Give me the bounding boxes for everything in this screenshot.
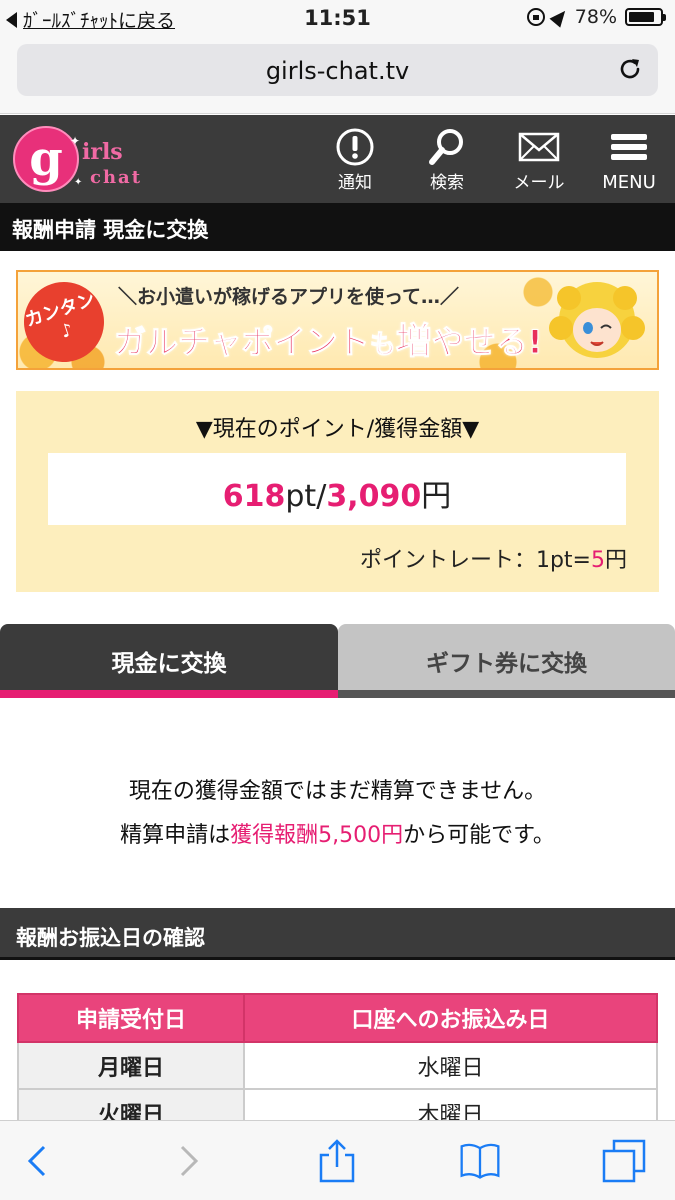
tab-cash-exchange[interactable]: 現金に交換	[0, 624, 338, 692]
transfer-day-cell: 水曜日	[243, 1041, 658, 1090]
share-icon[interactable]	[315, 1139, 359, 1183]
application-day-cell: 月曜日	[17, 1041, 245, 1090]
yen-unit: 円	[421, 479, 452, 514]
column-header-transfer-day: 口座へのお振込み日	[243, 993, 658, 1043]
point-rate-value: 5	[590, 548, 605, 573]
girls-chat-logo[interactable]: g irls chat ✦ ✦	[10, 123, 150, 195]
site-header: g irls chat ✦ ✦ 通知 検索 メール MENU	[0, 115, 675, 203]
banner-subtitle: ＼お小遣いが稼げるアプリを使って…／	[118, 286, 460, 308]
notice-line-2-prefix: 精算申請は	[120, 823, 231, 848]
exclamation-icon	[336, 128, 374, 166]
address-bar[interactable]: girls-chat.tv	[17, 44, 658, 96]
tab-divider	[338, 690, 675, 698]
points-count: 618	[222, 479, 286, 514]
point-rate: ポイントレート：1pt=5円	[360, 542, 627, 574]
points-heading: ▼現在のポイント/獲得金額▼	[195, 417, 480, 442]
address-bar-container: girls-chat.tv	[0, 36, 675, 114]
svg-text:✦: ✦	[70, 134, 80, 148]
point-rate-prefix: ポイントレート：1pt=	[359, 548, 591, 573]
banner-title-part-b: も	[369, 330, 396, 361]
reload-icon[interactable]	[618, 57, 642, 81]
points-value-box: 618pt/3,090円	[48, 453, 626, 525]
active-tab-indicator	[0, 690, 338, 698]
banner-title: ガルチャポイントも増やせる!	[114, 312, 543, 364]
nav-notifications-label: 通知	[338, 173, 372, 193]
status-indicators: 78%	[526, 6, 666, 28]
table-header-row: 申請受付日 口座へのお振込み日	[17, 993, 658, 1043]
search-icon	[429, 129, 463, 165]
url-text: girls-chat.tv	[265, 57, 410, 85]
banner-title-part-d: やせる!	[431, 323, 543, 362]
forward-chevron-icon[interactable]	[166, 1139, 210, 1183]
location-arrow-icon	[549, 6, 571, 28]
section-heading-schedule: 報酬お振込日の確認	[0, 908, 675, 960]
payment-schedule-table: 申請受付日 口座へのお振込み日 月曜日 水曜日 火曜日 木曜日	[17, 993, 658, 1137]
battery-icon	[625, 8, 666, 26]
header-nav: 通知 検索 メール MENU	[309, 115, 675, 203]
rotation-lock-icon	[526, 8, 545, 26]
points-unit: pt/	[285, 479, 327, 514]
nav-mail[interactable]: メール	[493, 115, 585, 203]
mail-icon	[518, 132, 560, 162]
nav-notifications[interactable]: 通知	[309, 115, 401, 203]
bookmarks-icon[interactable]	[458, 1139, 502, 1183]
exchange-tabs: 現金に交換 ギフト券に交換	[0, 624, 675, 700]
promo-banner[interactable]: カンタン♪ ＼お小遣いが稼げるアプリを使って…／ ガルチャポイントも増やせる!	[16, 270, 659, 370]
nav-search[interactable]: 検索	[401, 115, 493, 203]
table-row: 月曜日 水曜日	[17, 1041, 658, 1090]
minimum-amount: 獲得報酬5,500円	[230, 823, 404, 848]
status-bar: ｶﾞｰﾙｽﾞﾁｬｯﾄに戻る 11:51 78%	[0, 0, 675, 36]
menu-icon	[611, 134, 647, 160]
notice-line-2: 精算申請は獲得報酬5,500円から可能です。	[0, 814, 675, 858]
page-title: 報酬申請 現金に交換	[0, 203, 675, 251]
notice-line-1: 現在の獲得金額ではまだ精算できません。	[128, 779, 547, 804]
banner-title-part-a: ガルチャポイント	[114, 323, 371, 362]
browser-toolbar	[0, 1120, 675, 1200]
point-rate-suffix: 円	[604, 548, 627, 573]
nav-menu-label: MENU	[602, 172, 656, 193]
back-chevron-icon[interactable]	[16, 1139, 60, 1183]
settlement-notice: 現在の獲得金額ではまだ精算できません。 精算申請は獲得報酬5,500円から可能で…	[0, 770, 675, 858]
tab-gift-exchange[interactable]: ギフト券に交換	[338, 624, 675, 692]
mascot-character-image	[549, 282, 645, 358]
nav-search-label: 検索	[430, 173, 464, 193]
svg-text:chat: chat	[90, 167, 142, 188]
nav-mail-label: メール	[513, 173, 565, 193]
notice-line-2-suffix: から可能です。	[403, 823, 555, 848]
tabs-icon[interactable]	[602, 1139, 646, 1183]
nav-menu[interactable]: MENU	[585, 115, 673, 203]
points-summary: ▼現在のポイント/獲得金額▼ 618pt/3,090円 ポイントレート：1pt=…	[16, 391, 659, 592]
earned-amount: 3,090	[326, 479, 422, 514]
column-header-application-day: 申請受付日	[17, 993, 245, 1043]
svg-text:✦: ✦	[74, 177, 82, 188]
svg-text:g: g	[29, 131, 63, 187]
banner-title-part-c: 増	[395, 321, 432, 363]
svg-text:irls: irls	[82, 139, 123, 165]
battery-percent: 78%	[574, 6, 617, 28]
